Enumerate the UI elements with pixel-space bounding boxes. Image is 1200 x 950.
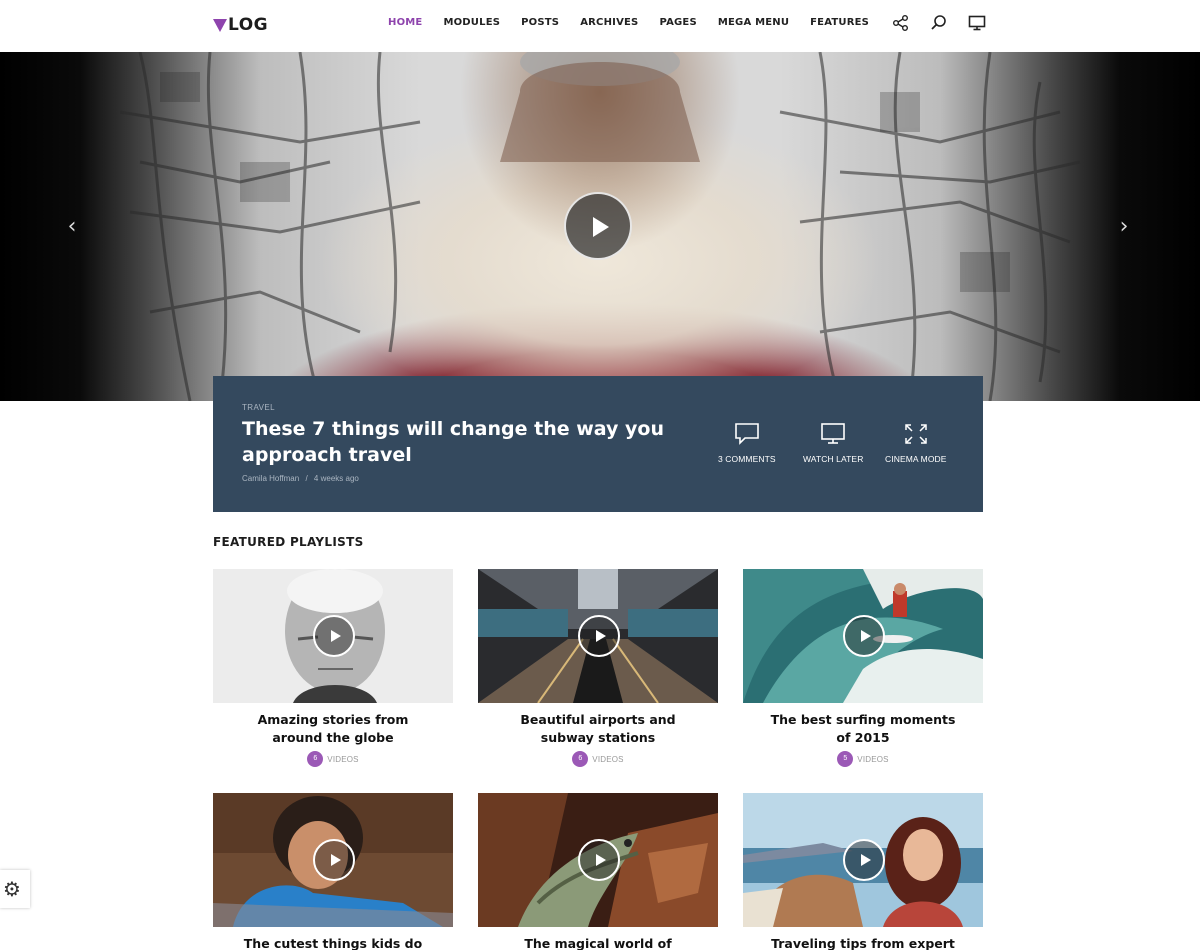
video-count-label: VIDEOS [592, 754, 624, 764]
play-button[interactable] [843, 615, 885, 657]
play-icon [861, 630, 871, 642]
play-icon [331, 854, 341, 866]
meta-separator: / [305, 474, 308, 483]
logo-text: LOG [228, 15, 269, 35]
play-icon [596, 854, 606, 866]
hero-prev-arrow-icon[interactable]: ‹ [62, 216, 82, 238]
video-count-badge: 6 [572, 751, 589, 767]
logo-triangle-icon [213, 18, 227, 32]
cinema-mode-label: CINEMA MODE [885, 454, 947, 464]
play-button[interactable] [578, 839, 620, 881]
nav-modules[interactable]: MODULES [443, 17, 500, 28]
share-icon[interactable] [892, 14, 910, 32]
playlist-card: The best surfing moments of 2015 5 VIDEO… [743, 569, 983, 767]
watch-later-button[interactable]: WATCH LATER [803, 422, 863, 464]
watch-later-label: WATCH LATER [803, 454, 864, 464]
search-icon[interactable] [930, 14, 948, 32]
video-count-badge: 6 [307, 751, 324, 767]
main-nav: HOME MODULES POSTS ARCHIVES PAGES MEGA M… [388, 17, 890, 28]
playlist-title-line: The best surfing moments [770, 712, 956, 727]
comment-icon [735, 423, 759, 445]
playlist-title-line: Amazing stories from [257, 712, 409, 727]
playlist-title-line: subway stations [540, 730, 656, 745]
playlist-card: The magical world of [478, 793, 718, 950]
play-icon [596, 630, 606, 642]
monitor-icon [821, 423, 846, 444]
nav-posts[interactable]: POSTS [521, 17, 559, 28]
video-count-badge: 5 [837, 751, 854, 767]
site-logo[interactable]: LOG [213, 13, 268, 37]
playlist-title-line: Beautiful airports and [520, 712, 676, 727]
nav-mega-menu[interactable]: MEGA MENU [718, 17, 789, 28]
gear-icon: ⚙ [3, 877, 21, 901]
cinema-mode-button[interactable]: CINEMA MODE [885, 422, 947, 464]
playlist-thumbnail[interactable] [478, 569, 718, 703]
post-title[interactable]: These 7 things will change the way you a… [242, 416, 672, 468]
settings-button[interactable]: ⚙ [0, 870, 30, 908]
playlist-title[interactable]: Beautiful airports and subway stations [478, 711, 718, 747]
nav-archives[interactable]: ARCHIVES [580, 17, 638, 28]
play-button[interactable] [313, 839, 355, 881]
video-count-label: VIDEOS [327, 754, 359, 764]
featured-post-panel: TRAVEL These 7 things will change the wa… [213, 376, 983, 512]
video-count: 5 VIDEOS [743, 751, 983, 767]
play-button[interactable] [313, 615, 355, 657]
playlist-title[interactable]: The cutest things kids do [213, 935, 453, 950]
playlist-thumbnail[interactable] [213, 569, 453, 703]
playlist-title[interactable]: Amazing stories from around the globe [213, 711, 453, 747]
hero-video[interactable]: ‹ › [0, 52, 1200, 401]
post-meta: Camila Hoffman / 4 weeks ago [242, 474, 363, 483]
playlist-card: The cutest things kids do [213, 793, 453, 950]
expand-icon [905, 424, 927, 444]
nav-home[interactable]: HOME [388, 17, 422, 28]
playlist-card: Beautiful airports and subway stations 6… [478, 569, 718, 767]
play-button[interactable] [578, 615, 620, 657]
playlist-thumbnail[interactable] [743, 793, 983, 927]
playlist-thumbnail[interactable] [213, 793, 453, 927]
play-icon [331, 630, 341, 642]
video-count: 6 VIDEOS [213, 751, 453, 767]
site-header: LOG HOME MODULES POSTS ARCHIVES PAGES ME… [0, 0, 1200, 50]
playlist-title[interactable]: Traveling tips from expert [743, 935, 983, 950]
post-category[interactable]: TRAVEL [242, 403, 275, 412]
nav-pages[interactable]: PAGES [659, 17, 696, 28]
playlist-title-line: of 2015 [836, 730, 890, 745]
comments-button[interactable]: 3 COMMENTS [718, 422, 776, 464]
video-count: 6 VIDEOS [478, 751, 718, 767]
playlist-title[interactable]: The magical world of [478, 935, 718, 950]
playlist-title-line: around the globe [272, 730, 394, 745]
playlist-card: Traveling tips from expert [743, 793, 983, 950]
comments-label: 3 COMMENTS [718, 454, 776, 464]
section-title: FEATURED PLAYLISTS [213, 535, 364, 549]
playlist-thumbnail[interactable] [743, 569, 983, 703]
post-author[interactable]: Camila Hoffman [242, 474, 299, 483]
play-icon [861, 854, 871, 866]
play-icon [593, 217, 609, 237]
playlist-thumbnail[interactable] [478, 793, 718, 927]
play-button[interactable] [843, 839, 885, 881]
video-count-label: VIDEOS [857, 754, 889, 764]
nav-features[interactable]: FEATURES [810, 17, 869, 28]
post-time: 4 weeks ago [313, 474, 359, 483]
playlist-title[interactable]: The best surfing moments of 2015 [743, 711, 983, 747]
monitor-icon[interactable] [968, 14, 986, 32]
hero-next-arrow-icon[interactable]: › [1114, 216, 1134, 238]
playlist-card: Amazing stories from around the globe 6 … [213, 569, 453, 767]
hero-play-button[interactable] [564, 192, 632, 260]
